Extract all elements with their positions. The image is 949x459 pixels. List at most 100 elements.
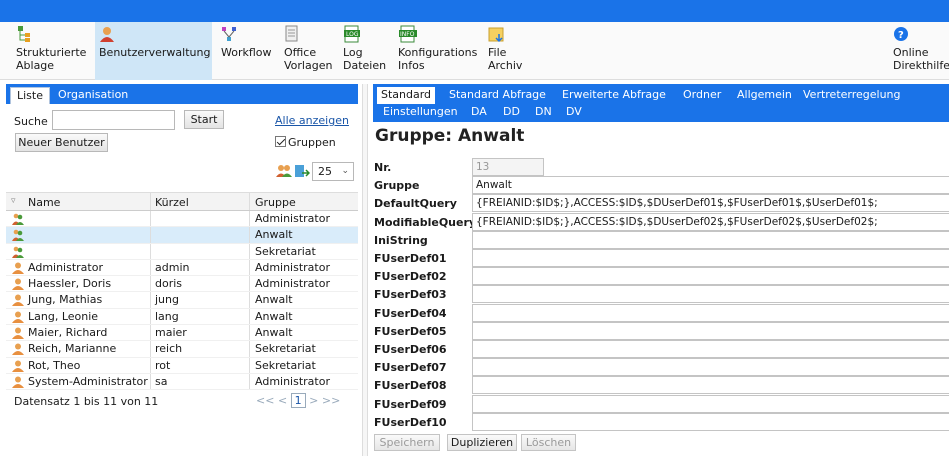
column-separator (249, 308, 250, 325)
prev-page-button[interactable]: < (278, 394, 287, 407)
tab-standard[interactable]: Standard (377, 87, 436, 104)
last-page-button[interactable]: >> (322, 394, 340, 407)
page-size-select[interactable]: 25 ⌄ (312, 162, 354, 181)
chevron-down-icon: ⌄ (341, 166, 349, 176)
toolbar-file-archiv[interactable]: File Archiv (484, 22, 526, 80)
form-row: FUserDef08 (373, 376, 949, 395)
sort-indicator-icon[interactable]: ▿ (11, 196, 16, 206)
table-row[interactable]: Rot, Theo rot Sekretariat (6, 357, 358, 374)
column-separator (150, 211, 151, 227)
field-input-fuserdef09[interactable] (472, 394, 949, 413)
tab-einstellungen[interactable]: Einstellungen (379, 104, 462, 121)
column-header-kuerzel[interactable]: Kürzel (155, 196, 189, 209)
add-group-icon[interactable] (276, 164, 292, 181)
tab-dd[interactable]: DD (499, 104, 524, 121)
field-input-fuserdef05[interactable] (472, 321, 949, 340)
tab-ordner[interactable]: Ordner (679, 87, 725, 104)
cell-kuerzel: doris (155, 277, 183, 291)
tab-da[interactable]: DA (467, 104, 491, 121)
table-row[interactable]: Haessler, Doris doris Administrator (6, 276, 358, 293)
pagination: << < 1 > >> (256, 393, 340, 408)
export-icon[interactable] (294, 164, 311, 181)
form-row: FUserDef09 (373, 394, 949, 413)
cell-kuerzel: admin (155, 260, 190, 274)
user-table: ▿ Name Kürzel Gruppe Administrator Anwalt… (6, 192, 358, 391)
toolbar-benutzerverwaltung[interactable]: Benutzerverwaltung (95, 22, 212, 80)
user-icon (12, 360, 24, 372)
user-icon (12, 343, 24, 356)
tab-liste[interactable]: Liste (10, 87, 50, 104)
cell-gruppe: Sekretariat (255, 244, 316, 258)
page-size-value: 25 (318, 165, 332, 178)
alle-anzeigen-link[interactable]: Alle anzeigen (275, 114, 349, 127)
field-label: FUserDef04 (374, 306, 447, 320)
tab-standard-abfrage[interactable]: Standard Abfrage (445, 87, 550, 104)
cell-name: Administrator (28, 260, 103, 274)
field-input-fuserdef10[interactable] (472, 412, 949, 431)
field-input-nr.: 13 (472, 158, 544, 176)
tab-dn[interactable]: DN (531, 104, 556, 121)
toolbar-konfigurations-infos[interactable]: INFO Konfigurations Infos (394, 22, 481, 80)
save-button[interactable]: Speichern (374, 434, 440, 451)
current-page[interactable]: 1 (290, 393, 306, 408)
field-input-fuserdef04[interactable] (472, 303, 949, 322)
cell-name: Reich, Marianne (28, 342, 117, 356)
field-input-gruppe[interactable]: Anwalt (472, 176, 949, 195)
table-row[interactable]: Administrator (6, 211, 358, 228)
app-top-bar (0, 0, 949, 22)
group-icon (12, 229, 24, 242)
table-row[interactable]: Reich, Marianne reich Sekretariat (6, 341, 358, 358)
search-input[interactable] (52, 110, 175, 130)
tab-dv[interactable]: DV (562, 104, 586, 121)
cell-kuerzel: lang (155, 309, 179, 323)
toolbar-office-vorlagen[interactable]: Office Vorlagen (280, 22, 336, 80)
cell-gruppe: Sekretariat (255, 342, 316, 356)
field-input-fuserdef01[interactable] (472, 249, 949, 267)
user-icon (12, 294, 24, 307)
table-row[interactable]: Sekretariat (6, 243, 358, 260)
field-input-fuserdef02[interactable] (472, 267, 949, 286)
table-row[interactable]: Lang, Leonie lang Anwalt (6, 308, 358, 326)
toolbar-online-direkthilfe[interactable]: ? Online Direkthilfe (889, 22, 949, 80)
tab-allgemein[interactable]: Allgemein (733, 87, 796, 104)
field-input-modifiablequery[interactable]: {FREIANID:$ID$;},ACCESS:$ID$,$DUserDef02… (472, 212, 949, 231)
field-input-defaultquery[interactable]: {FREIANID:$ID$;},ACCESS:$ID$,$DUserDef01… (472, 194, 949, 213)
toolbar-log-dateien[interactable]: LOG Log Dateien (339, 22, 390, 80)
field-input-fuserdef07[interactable] (472, 358, 949, 377)
tab-erweiterte-abfrage[interactable]: Erweiterte Abfrage (558, 87, 670, 104)
checkbox-checked-icon (275, 136, 286, 147)
column-separator (150, 193, 151, 210)
column-header-name[interactable]: Name (28, 196, 60, 209)
table-row[interactable]: Jung, Mathias jung Anwalt (6, 292, 358, 309)
field-input-inistring[interactable] (472, 230, 949, 249)
panel-splitter[interactable] (362, 84, 368, 456)
tab-organisation[interactable]: Organisation (52, 87, 134, 104)
cell-gruppe: Administrator (255, 212, 330, 225)
table-row[interactable]: System-Administrator sa Administrator (6, 373, 358, 391)
new-user-button[interactable]: Neuer Benutzer (15, 133, 108, 152)
tab-vertreterregelung[interactable]: Vertreterregelung (799, 87, 905, 104)
table-row[interactable]: Anwalt (6, 227, 358, 244)
table-row[interactable]: Maier, Richard maier Anwalt (6, 325, 358, 342)
field-input-fuserdef08[interactable] (472, 376, 949, 395)
field-input-fuserdef06[interactable] (472, 340, 949, 358)
delete-button[interactable]: Löschen (521, 434, 576, 451)
toolbar-workflow[interactable]: Workflow (217, 22, 276, 80)
start-button[interactable]: Start (184, 110, 224, 129)
user-icon (12, 278, 24, 291)
gruppen-checkbox[interactable]: Gruppen (275, 136, 336, 149)
field-input-fuserdef03[interactable] (472, 285, 949, 304)
duplicate-button[interactable]: Duplizieren (447, 434, 517, 451)
toolbar-strukturierte-ablage[interactable]: Strukturierte Ablage (12, 22, 90, 80)
cell-gruppe: Administrator (255, 260, 330, 274)
table-row[interactable]: Administrator admin Administrator (6, 259, 358, 277)
column-header-gruppe[interactable]: Gruppe (255, 196, 296, 209)
svg-text:?: ? (898, 30, 904, 41)
first-page-button[interactable]: << (256, 394, 274, 407)
field-label: FUserDef03 (374, 288, 447, 302)
field-label: Gruppe (374, 179, 420, 193)
column-separator (150, 341, 151, 357)
next-page-button[interactable]: > (309, 394, 318, 407)
field-label: FUserDef06 (374, 343, 447, 356)
column-separator (249, 211, 250, 227)
